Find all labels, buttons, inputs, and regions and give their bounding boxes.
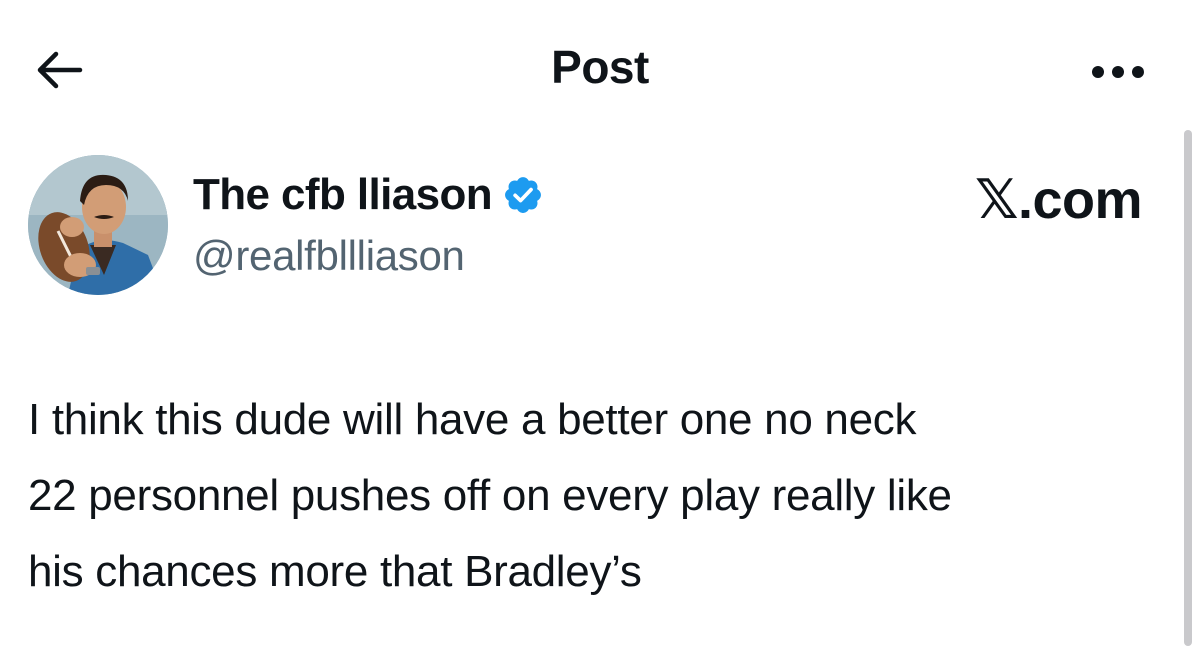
avatar[interactable] <box>28 155 168 295</box>
post-text-line: his chances more that Bradley’s <box>28 547 642 596</box>
scrollbar[interactable] <box>1184 130 1192 646</box>
author-handle[interactable]: @realfbllliason <box>193 232 465 280</box>
more-horizontal-icon <box>1092 66 1144 78</box>
post-text: I think this dude will have a better one… <box>28 382 1178 610</box>
verified-badge-icon[interactable] <box>502 174 544 216</box>
page-title: Post <box>551 41 649 93</box>
display-name[interactable]: The cfb lliason <box>193 170 493 220</box>
avatar-image <box>28 155 168 295</box>
author-name-row[interactable]: The cfb lliason <box>193 170 544 220</box>
post-header: Post <box>0 0 1200 140</box>
source-watermark: 𝕏.com <box>974 170 1143 230</box>
post-text-line: 22 personnel pushes off on every play re… <box>28 471 952 520</box>
more-button[interactable] <box>1078 52 1158 92</box>
post-text-line: I think this dude will have a better one… <box>28 395 917 444</box>
